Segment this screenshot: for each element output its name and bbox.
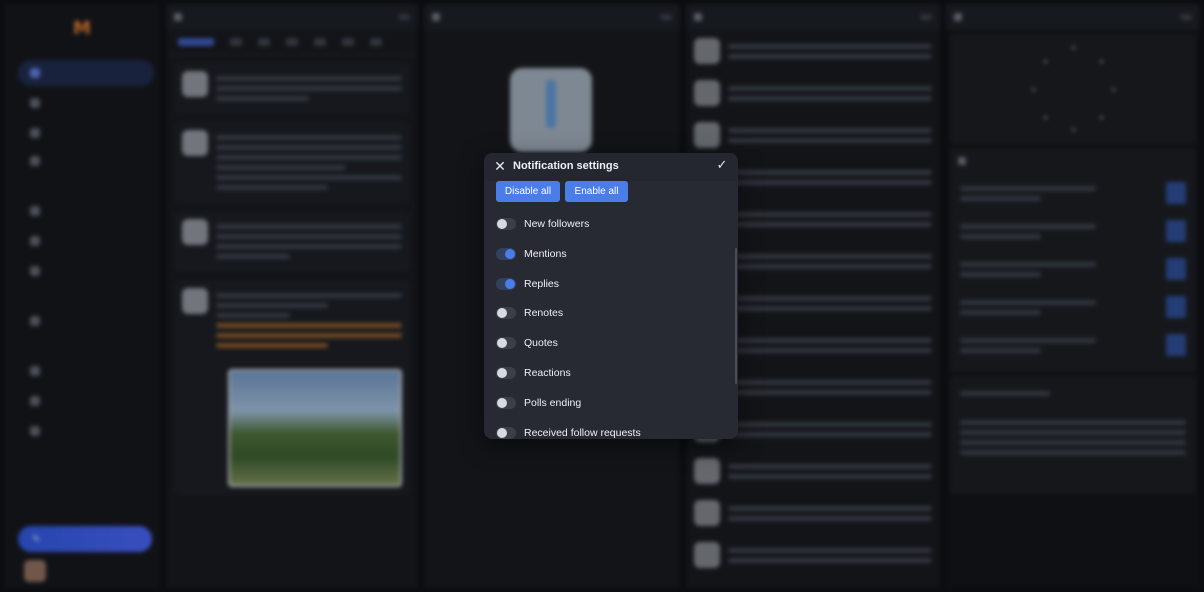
- close-icon[interactable]: ✕: [492, 159, 508, 175]
- toggle-option[interactable]: Renotes: [496, 303, 716, 323]
- toggle-knob: [505, 248, 515, 259]
- toggle-knob: [497, 427, 507, 438]
- toggle-label: Polls ending: [524, 396, 582, 409]
- toggle-label: Renotes: [524, 307, 564, 320]
- toggle-option[interactable]: Reactions: [496, 363, 716, 383]
- toggle-switch[interactable]: [496, 218, 516, 230]
- toggle-switch[interactable]: [496, 426, 516, 439]
- toggle-knob: [497, 397, 507, 408]
- toggle-option[interactable]: Quotes: [496, 333, 716, 353]
- check-icon[interactable]: ✓: [714, 158, 730, 174]
- toggle-label: Reactions: [524, 367, 571, 379]
- toggle-option[interactable]: Polls ending: [496, 393, 716, 413]
- toggle-knob: [497, 308, 507, 319]
- toggle-option[interactable]: Received follow requests: [496, 423, 716, 439]
- toggle-knob: [497, 368, 507, 378]
- toggle-switch[interactable]: [496, 277, 516, 290]
- toggle-label: Mentions: [524, 247, 567, 260]
- toggle-knob: [497, 338, 507, 349]
- toggle-switch[interactable]: [496, 337, 516, 350]
- notification-settings-modal: ✕ Notification settings ✓ Disable all En…: [484, 153, 738, 439]
- toggle-switch[interactable]: [496, 307, 516, 320]
- toggle-knob: [505, 278, 515, 289]
- toggle-label: Quotes: [524, 337, 558, 350]
- enable-all-button[interactable]: Enable all: [565, 181, 628, 202]
- toggle-knob: [497, 219, 507, 229]
- toggle-option[interactable]: Replies: [496, 274, 716, 294]
- toggle-label: New followers: [524, 218, 590, 230]
- toggle-switch[interactable]: [496, 247, 516, 260]
- disable-all-button[interactable]: Disable all: [496, 181, 560, 202]
- modal-header: ✕ Notification settings ✓: [484, 153, 738, 181]
- toggle-label: Received follow requests: [524, 426, 641, 439]
- toggle-switch[interactable]: [496, 396, 516, 409]
- toggle-switch[interactable]: [496, 367, 516, 379]
- modal-title: Notification settings: [513, 160, 619, 172]
- toggle-label: Replies: [524, 277, 560, 290]
- toggle-option[interactable]: Mentions: [496, 244, 716, 264]
- toggle-option[interactable]: New followers: [496, 214, 716, 234]
- scrollbar[interactable]: [735, 248, 737, 384]
